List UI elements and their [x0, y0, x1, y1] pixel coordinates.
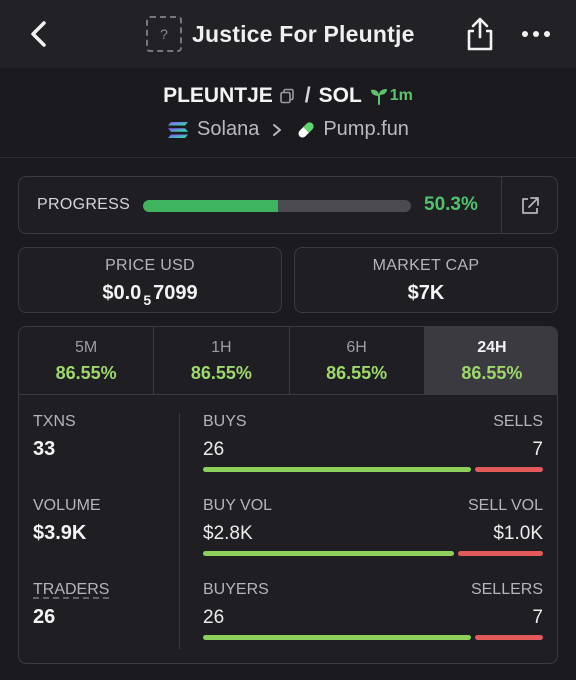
buyers-label: BUYERS: [203, 581, 269, 598]
buyers-sellers-bar: [203, 635, 543, 640]
tab-label: 5M: [75, 339, 98, 356]
sells-label: SELLS: [493, 413, 543, 430]
price-usd-card: PRICE USD $0.0 5 7099: [18, 247, 282, 313]
sellers-label: SELLERS: [470, 581, 543, 598]
volume-split: BUY VOL SELL VOL $2.8K $1.0K: [203, 497, 543, 581]
token-image-placeholder-icon: ?: [146, 16, 182, 52]
tab-24h[interactable]: 24H 86.55%: [424, 327, 557, 394]
tab-label: 24H: [477, 339, 507, 356]
more-options-icon[interactable]: [520, 24, 552, 44]
header-title-group: ? Justice For Pleuntje: [146, 14, 415, 54]
pair-row: PLEUNTJE / SOL 1m: [0, 84, 576, 108]
bonding-progress-card: PROGRESS 50.3%: [18, 176, 558, 234]
timeframe-tabs: 5M 86.55% 1H 86.55% 6H 86.55% 24H 86.55%: [19, 327, 557, 395]
top-bar: ? Justice For Pleuntje: [0, 0, 576, 68]
sellers-value: 7: [532, 607, 543, 628]
volume-label: VOLUME: [33, 497, 101, 514]
txns-split: BUYS SELLS 26 7: [203, 413, 543, 497]
pair-separator: /: [304, 84, 311, 107]
quote-symbol: SOL: [318, 84, 362, 107]
volume-metric: VOLUME $3.9K: [33, 497, 173, 581]
sell-vol-bar-segment: [457, 551, 543, 556]
market-cap-card: MARKET CAP $7K: [294, 247, 558, 313]
tab-6h[interactable]: 6H 86.55%: [290, 327, 425, 394]
progress-value: 50.3%: [424, 194, 478, 215]
volume-value: $3.9K: [33, 522, 87, 544]
price-value: $0.0 5 7099: [19, 282, 281, 308]
buyers-bar-segment: [203, 635, 471, 640]
sells-bar-segment: [474, 467, 543, 472]
progress-label: PROGRESS: [37, 196, 131, 213]
tab-change: 86.55%: [190, 363, 252, 383]
price-prefix: $0.0: [102, 282, 142, 304]
progress-bar: [143, 200, 411, 212]
buy-sell-vol-bar: [203, 551, 543, 556]
pumpfun-pill-icon: [298, 121, 314, 138]
price-label: PRICE USD: [105, 257, 195, 274]
trading-stats-card: 5M 86.55% 1H 86.55% 6H 86.55% 24H 86.55%…: [18, 326, 558, 664]
price-zero-count: 5: [143, 292, 152, 308]
page-title: Justice For Pleuntje: [192, 20, 415, 47]
progress-bar-fill: [143, 200, 278, 212]
buy-vol-value: $2.8K: [203, 523, 253, 544]
dex-name[interactable]: Pump.fun: [323, 118, 409, 141]
share-icon[interactable]: [464, 16, 496, 52]
traders-metric: TRADERS 26: [33, 581, 173, 663]
price-digits: 7099: [153, 282, 198, 304]
chain-row: Solana Pump.fun: [0, 118, 576, 141]
tab-change: 86.55%: [326, 363, 388, 383]
buy-vol-label: BUY VOL: [203, 497, 273, 514]
copy-icon[interactable]: [279, 88, 295, 104]
sellers-bar-segment: [474, 635, 543, 640]
chain-name[interactable]: Solana: [197, 118, 259, 141]
tab-change: 86.55%: [461, 363, 523, 383]
buys-value: 26: [203, 439, 225, 460]
sell-vol-label: SELL VOL: [467, 497, 543, 514]
txns-label: TXNS: [33, 413, 76, 430]
solana-logo-icon: [168, 121, 189, 138]
tab-label: 1H: [211, 339, 232, 356]
txns-metric: TXNS 33: [33, 413, 173, 497]
tab-change: 86.55%: [55, 363, 117, 383]
progress-divider: [501, 177, 502, 233]
buys-bar-segment: [203, 467, 471, 472]
buys-sells-bar: [203, 467, 543, 472]
traders-value: 26: [33, 606, 56, 628]
market-cap-value: $7K: [407, 282, 445, 304]
sprout-icon: [370, 89, 387, 105]
external-link-icon[interactable]: [520, 196, 540, 216]
txns-value: 33: [33, 438, 56, 460]
pair-info: PLEUNTJE / SOL 1m Solana Pump.fun: [0, 68, 576, 158]
tab-5m[interactable]: 5M 86.55%: [19, 327, 155, 394]
tab-1h[interactable]: 1H 86.55%: [154, 327, 290, 394]
column-divider: [179, 413, 180, 649]
totals-column: TXNS 33 VOLUME $3.9K TRADERS 26: [33, 413, 173, 663]
chevron-right-icon: [273, 123, 282, 136]
sells-value: 7: [532, 439, 543, 460]
breakdown-column: BUYS SELLS 26 7 BUY VOL SELL VOL $2.8K $…: [203, 413, 543, 663]
buy-vol-bar-segment: [203, 551, 454, 556]
market-cap-label: MARKET CAP: [372, 257, 480, 274]
buys-label: BUYS: [203, 413, 247, 430]
sell-vol-value: $1.0K: [493, 523, 543, 544]
traders-label[interactable]: TRADERS: [33, 581, 173, 599]
buyers-value: 26: [203, 607, 225, 628]
base-symbol: PLEUNTJE: [163, 84, 273, 107]
traders-split: BUYERS SELLERS 26 7: [203, 581, 543, 663]
age-text: 1m: [389, 87, 413, 104]
back-arrow-icon[interactable]: [24, 18, 54, 50]
tab-label: 6H: [346, 339, 367, 356]
pair-age: 1m: [370, 87, 413, 105]
